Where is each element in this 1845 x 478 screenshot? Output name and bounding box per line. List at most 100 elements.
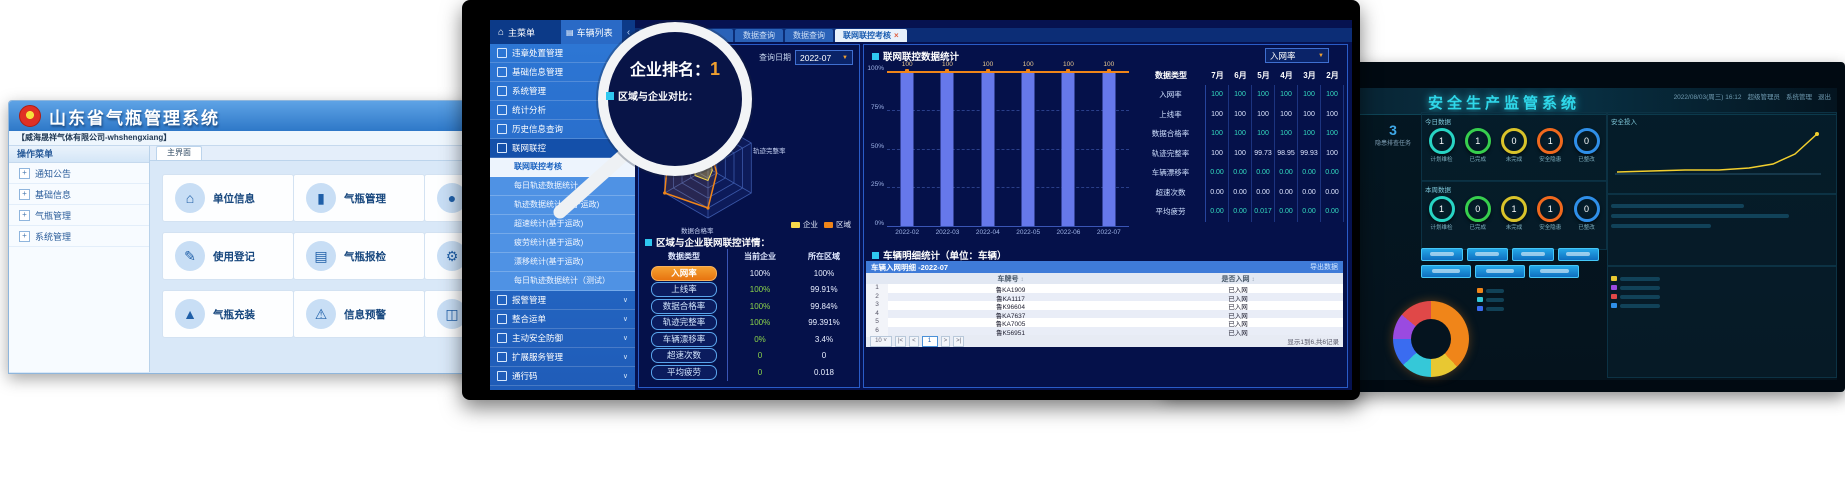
- month-col-header: 6月: [1229, 67, 1252, 85]
- sidebar-item-气瓶管理[interactable]: 气瓶管理: [9, 205, 149, 226]
- tab-hidden-0[interactable]: [639, 29, 685, 42]
- table-row[interactable]: 6鲁K56951已入网: [866, 327, 1343, 336]
- prev-page-button[interactable]: <: [909, 336, 919, 347]
- expand-plus-icon[interactable]: [19, 210, 30, 221]
- submenu-item-超速统计(基于运政)[interactable]: 超速统计(基于运政): [490, 215, 635, 234]
- month-cell: 0.00: [1321, 163, 1344, 183]
- tab-main[interactable]: 主界面: [156, 146, 202, 160]
- status-column-header[interactable]: 是否入网: [1133, 274, 1343, 284]
- submenu-item-联网联控考核[interactable]: 联网联控考核: [490, 158, 635, 177]
- month-cell: 98.95: [1275, 144, 1298, 164]
- expand-plus-icon[interactable]: [19, 189, 30, 200]
- menu-item-联网联控[interactable]: 联网联控: [490, 139, 635, 158]
- sidebar-item-通知公告[interactable]: 通知公告: [9, 163, 149, 184]
- sidebar-item-系统管理[interactable]: 系统管理: [9, 226, 149, 247]
- metric-button-上线率[interactable]: 上线率: [651, 282, 717, 297]
- month-row-label: 数据合格率: [1136, 124, 1206, 144]
- menu-item-报警管理[interactable]: 报警管理: [490, 291, 635, 310]
- region-value: 0: [793, 351, 855, 360]
- last-page-button[interactable]: >|: [953, 336, 964, 347]
- expand-plus-icon[interactable]: [19, 231, 30, 242]
- tab-hidden-1[interactable]: [687, 29, 733, 42]
- table-row[interactable]: 4鲁KA7637已入网: [866, 310, 1343, 319]
- submenu-item-每日轨迹数据统计（测试）[interactable]: 每日轨迹数据统计（测试）: [490, 272, 635, 291]
- current-page[interactable]: 1: [922, 336, 938, 347]
- shortcut-button[interactable]: [1421, 248, 1463, 261]
- tab-数据查询[interactable]: 数据查询: [785, 29, 833, 42]
- query-date-select[interactable]: 2022-07: [795, 50, 853, 65]
- sort-icon[interactable]: [1019, 276, 1024, 283]
- metric-button-数据合格率[interactable]: 数据合格率: [651, 299, 717, 314]
- chevron-down-icon: [623, 372, 628, 380]
- menu-item-主动安全防御[interactable]: 主动安全防御: [490, 329, 635, 348]
- user-name: 超级管理员: [1748, 91, 1781, 101]
- metric-select[interactable]: 入网率: [1265, 48, 1329, 63]
- table-row[interactable]: 3鲁K96604已入网: [866, 301, 1343, 310]
- menu-icon: [497, 48, 507, 58]
- submenu-item-疲劳统计(基于运政)[interactable]: 疲劳统计(基于运政): [490, 234, 635, 253]
- sidebar-tab-home[interactable]: 主菜单: [490, 20, 561, 44]
- metric-button-车辆漂移率[interactable]: 车辆漂移率: [651, 332, 717, 347]
- card-信息预警[interactable]: ⚠信息预警: [293, 290, 425, 338]
- y-tick-label: 100%: [864, 65, 884, 72]
- region-value: 3.4%: [793, 335, 855, 344]
- menu-item-整合运单[interactable]: 整合运单: [490, 310, 635, 329]
- vehicle-section-header: 车辆明细统计（单位：车辆）: [872, 248, 1007, 262]
- bar-column: 100: [887, 71, 927, 226]
- close-icon[interactable]: ×: [894, 31, 899, 40]
- shortcut-button[interactable]: [1512, 248, 1554, 261]
- month-cell: 0.00: [1321, 202, 1344, 222]
- menu-icon: [497, 333, 507, 343]
- metric-button-超速次数[interactable]: 超速次数: [651, 348, 717, 363]
- page-size-select[interactable]: 10 ˅: [870, 336, 892, 347]
- tab-联网联控考核[interactable]: 联网联控考核×: [835, 29, 907, 42]
- month-cell: 0.00: [1298, 202, 1321, 222]
- menu-item-扩展服务管理[interactable]: 扩展服务管理: [490, 348, 635, 367]
- metric-button-入网率[interactable]: 入网率: [651, 266, 717, 281]
- vehicle-list-label: 车辆列表: [577, 26, 613, 39]
- bar-column: 100: [1089, 71, 1129, 226]
- submenu-item-每日轨迹数据统计[interactable]: 每日轨迹数据统计: [490, 177, 635, 196]
- system-admin-link[interactable]: 系统管理: [1786, 91, 1812, 101]
- card-使用登记[interactable]: ✎使用登记: [162, 232, 294, 280]
- section-square-icon: [872, 252, 879, 259]
- month-cell: 100: [1298, 105, 1321, 125]
- shortcut-button[interactable]: [1467, 248, 1509, 261]
- sort-icon[interactable]: [1250, 276, 1255, 283]
- card-气瓶管理[interactable]: ▮气瓶管理: [293, 174, 425, 222]
- submenu-item-轨迹数据统计(基于运政)[interactable]: 轨迹数据统计(基于运政): [490, 196, 635, 215]
- vehicle-table: 车辆入网明细 -2022-07 导出数据 车牌号 是否入网 1鲁KA1909已入…: [866, 261, 1343, 347]
- plate-column-header[interactable]: 车牌号: [888, 274, 1133, 284]
- next-page-button[interactable]: >: [941, 336, 951, 347]
- metric-button-轨迹完整率[interactable]: 轨迹完整率: [651, 315, 717, 330]
- legend-chip: [1477, 288, 1483, 293]
- month-cell: 100: [1252, 105, 1275, 125]
- shortcut-button[interactable]: [1475, 265, 1525, 278]
- sidebar-tab-vehicle-list[interactable]: 车辆列表: [561, 20, 622, 44]
- tab-数据查询[interactable]: 数据查询: [735, 29, 783, 42]
- menu-item-统计分析[interactable]: 统计分析: [490, 101, 635, 120]
- card-单位信息[interactable]: ⌂单位信息: [162, 174, 294, 222]
- table-row[interactable]: 5鲁KA7005已入网: [866, 318, 1343, 327]
- expand-plus-icon[interactable]: [19, 168, 30, 179]
- shortcut-button[interactable]: [1529, 265, 1579, 278]
- menu-item-资料库[interactable]: 资料库: [490, 386, 635, 390]
- card-气瓶报检[interactable]: ▤气瓶报检: [293, 232, 425, 280]
- first-page-button[interactable]: |<: [895, 336, 906, 347]
- radar-label-top: 漂移车辆率: [709, 95, 742, 105]
- menu-item-历史信息查询[interactable]: 历史信息查询: [490, 120, 635, 139]
- sidebar-item-基础信息[interactable]: 基础信息: [9, 184, 149, 205]
- menu-item-通行码[interactable]: 通行码: [490, 367, 635, 386]
- table-row[interactable]: 2鲁KA1117已入网: [866, 293, 1343, 302]
- metric-button-平均疲劳[interactable]: 平均疲劳: [651, 365, 717, 380]
- table-row[interactable]: 1鲁KA1909已入网: [866, 284, 1343, 293]
- submenu-item-漂移统计(基于运政)[interactable]: 漂移统计(基于运政): [490, 253, 635, 272]
- status-cell: 已入网: [1133, 327, 1343, 337]
- export-button[interactable]: 导出数据: [1310, 262, 1338, 272]
- shortcut-button[interactable]: [1558, 248, 1600, 261]
- month-cell: 0.00: [1229, 202, 1252, 222]
- logout-link[interactable]: 退出: [1818, 91, 1831, 101]
- shortcut-button[interactable]: [1421, 265, 1471, 278]
- sidebar-collapse-button[interactable]: [622, 20, 635, 44]
- card-气瓶充装[interactable]: ▲气瓶充装: [162, 290, 294, 338]
